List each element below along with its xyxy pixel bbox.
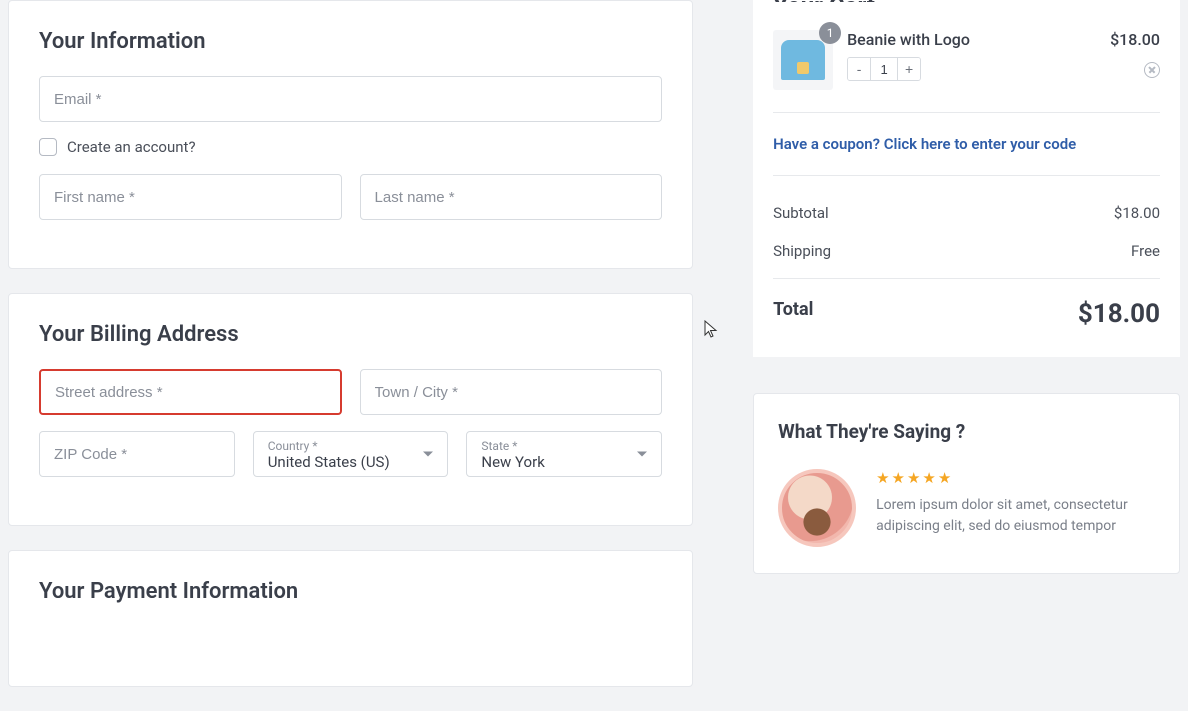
item-name: Beanie with Logo xyxy=(847,30,1096,49)
cart-heading: Your Cart xyxy=(773,0,1160,2)
billing-address-section: Your Billing Address Country * United St… xyxy=(8,293,693,526)
qty-plus-button[interactable]: + xyxy=(898,58,920,80)
state-value: New York xyxy=(481,452,647,473)
chevron-down-icon xyxy=(423,452,433,457)
last-name-field[interactable] xyxy=(360,174,663,220)
item-price: $18.00 xyxy=(1110,30,1160,49)
first-name-field[interactable] xyxy=(39,174,342,220)
info-heading: Your Information xyxy=(39,29,662,54)
email-field[interactable] xyxy=(39,76,662,122)
total-label: Total xyxy=(773,299,813,329)
chevron-down-icon xyxy=(637,452,647,457)
qty-minus-button[interactable]: - xyxy=(848,58,870,80)
checkbox-icon xyxy=(39,138,57,156)
product-thumbnail: 1 xyxy=(773,30,833,90)
cart-item: 1 Beanie with Logo - + $18.00 xyxy=(773,30,1160,113)
your-information-section: Your Information Create an account? xyxy=(8,0,693,269)
subtotal-label: Subtotal xyxy=(773,204,829,222)
testimonial-section: What They're Saying ? ★★★★★ Lorem ipsum … xyxy=(753,393,1180,574)
testimonial-heading: What They're Saying ? xyxy=(778,420,1155,443)
country-label: Country * xyxy=(268,440,434,452)
remove-item-icon[interactable] xyxy=(1144,62,1160,78)
qty-badge: 1 xyxy=(819,22,841,44)
cart-section: Your Cart 1 Beanie with Logo - + $18.00 xyxy=(753,0,1180,357)
qty-input[interactable] xyxy=(870,58,898,80)
payment-heading: Your Payment Information xyxy=(39,579,662,604)
shipping-value: Free xyxy=(1131,242,1160,260)
create-account-checkbox[interactable]: Create an account? xyxy=(39,138,662,156)
payment-information-section: Your Payment Information xyxy=(8,550,693,687)
street-address-field[interactable] xyxy=(39,369,342,415)
totals: Subtotal $18.00 Shipping Free Total $18.… xyxy=(773,176,1160,357)
testimonial-text: Lorem ipsum dolor sit amet, consectetur … xyxy=(876,495,1146,537)
quantity-stepper: - + xyxy=(847,57,921,81)
zip-code-field[interactable] xyxy=(39,431,235,477)
coupon-link[interactable]: Have a coupon? Click here to enter your … xyxy=(773,113,1160,176)
state-label: State * xyxy=(481,440,647,452)
state-select[interactable]: State * New York xyxy=(466,431,662,477)
avatar xyxy=(778,469,856,547)
subtotal-value: $18.00 xyxy=(1114,204,1160,222)
billing-heading: Your Billing Address xyxy=(39,322,662,347)
country-value: United States (US) xyxy=(268,452,434,473)
country-select[interactable]: Country * United States (US) xyxy=(253,431,449,477)
create-account-label: Create an account? xyxy=(67,138,196,156)
town-city-field[interactable] xyxy=(360,369,663,415)
star-rating-icon: ★★★★★ xyxy=(876,469,1146,487)
total-value: $18.00 xyxy=(1078,299,1160,329)
shipping-label: Shipping xyxy=(773,242,831,260)
